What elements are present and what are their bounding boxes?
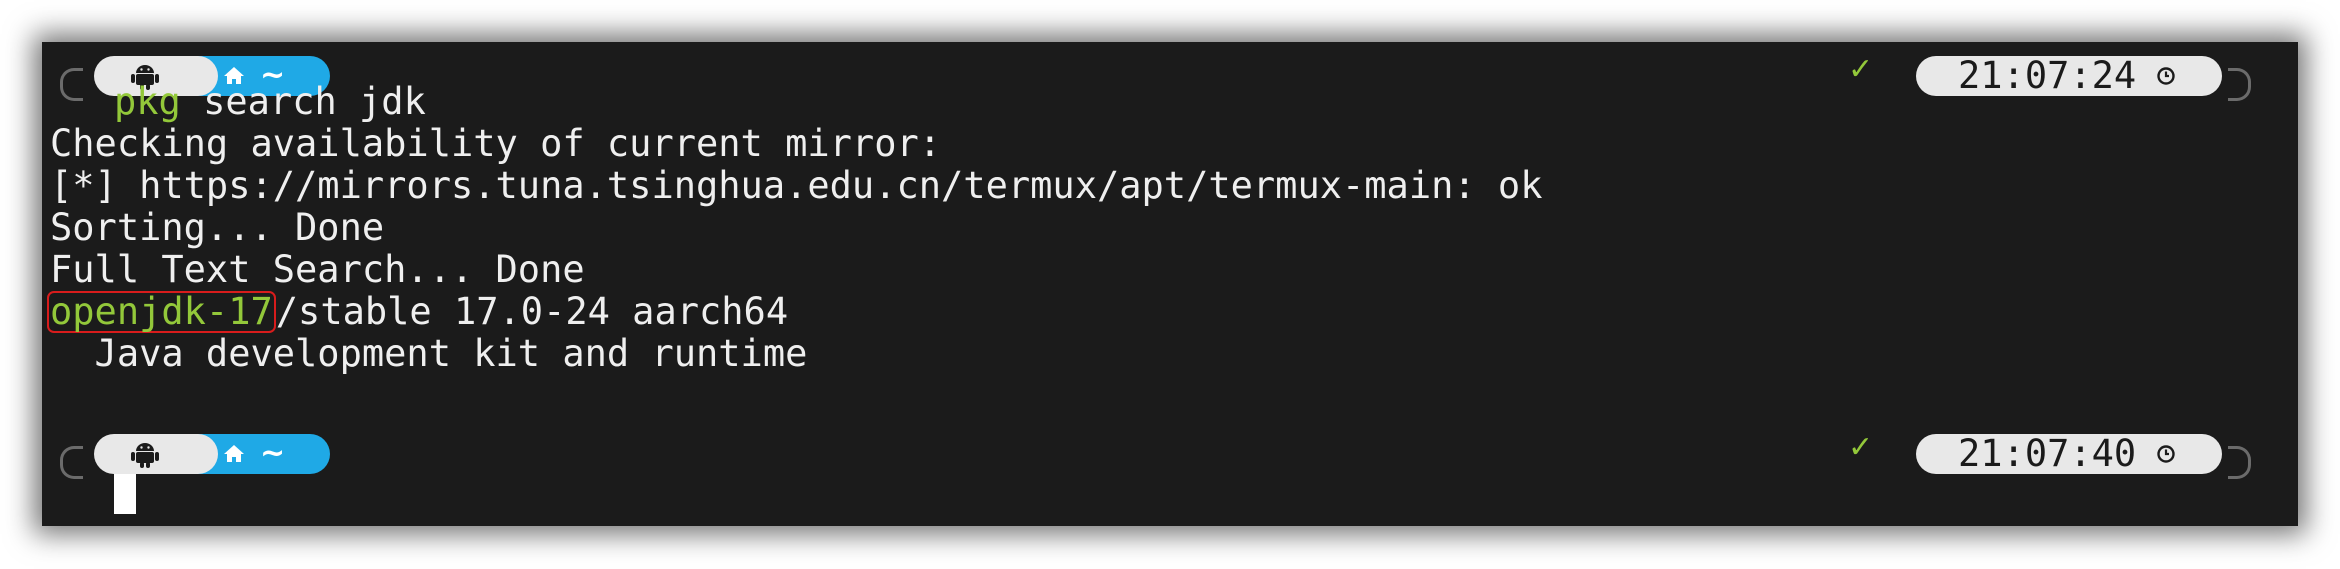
output-line: Sorting... Done [50,206,385,249]
prompt-bottom-left-bracket [60,84,83,101]
package-details: /stable 17.0-24 aarch64 [275,290,789,333]
clock-icon [2157,445,2175,463]
terminal-screen[interactable]: ~ pkg search jdk ✓ 21:07:24 Checking ava… [42,42,2298,526]
package-name-highlight: openjdk-17 [47,291,276,333]
prompt-top-left-bracket [60,446,83,463]
output-line: Checking availability of current mirror: [50,122,942,165]
command-name: pkg [114,80,181,123]
output-line: [*] https://mirrors.tuna.tsinghua.edu.cn… [50,164,1543,207]
prompt-command-line: pkg search jdk [114,81,426,123]
prompt-top-right-bracket [2228,68,2251,85]
prompt-time-segment: 21:07:40 [1916,434,2222,474]
prompt-directory-segment: ~ [178,434,330,474]
prompt-top-left-bracket [60,68,83,85]
prompt-time-segment: 21:07:24 [1916,56,2222,96]
clock-icon [2157,67,2175,85]
prompt-top-right-bracket [2228,446,2251,463]
prompt-time: 21:07:24 [1958,54,2137,97]
text-cursor[interactable] [114,474,136,514]
command-args: search jdk [180,80,426,123]
output-line: Full Text Search... Done [50,248,585,291]
search-result-line: openjdk-17/stable 17.0-24 aarch64 [47,290,789,333]
prompt-directory: ~ [260,436,286,471]
android-icon [131,443,159,468]
prompt-bottom-left-bracket [60,462,83,479]
status-check-icon: ✓ [1848,52,1874,87]
prompt-bottom-right-bracket [2228,84,2251,101]
prompt-time: 21:07:40 [1958,432,2137,475]
status-check-icon: ✓ [1848,430,1874,465]
package-description: Java development kit and runtime [50,332,808,375]
prompt-bottom-right-bracket [2228,462,2251,479]
home-icon [224,445,244,462]
terminal-window-frame: ~ pkg search jdk ✓ 21:07:24 Checking ava… [42,42,2298,526]
